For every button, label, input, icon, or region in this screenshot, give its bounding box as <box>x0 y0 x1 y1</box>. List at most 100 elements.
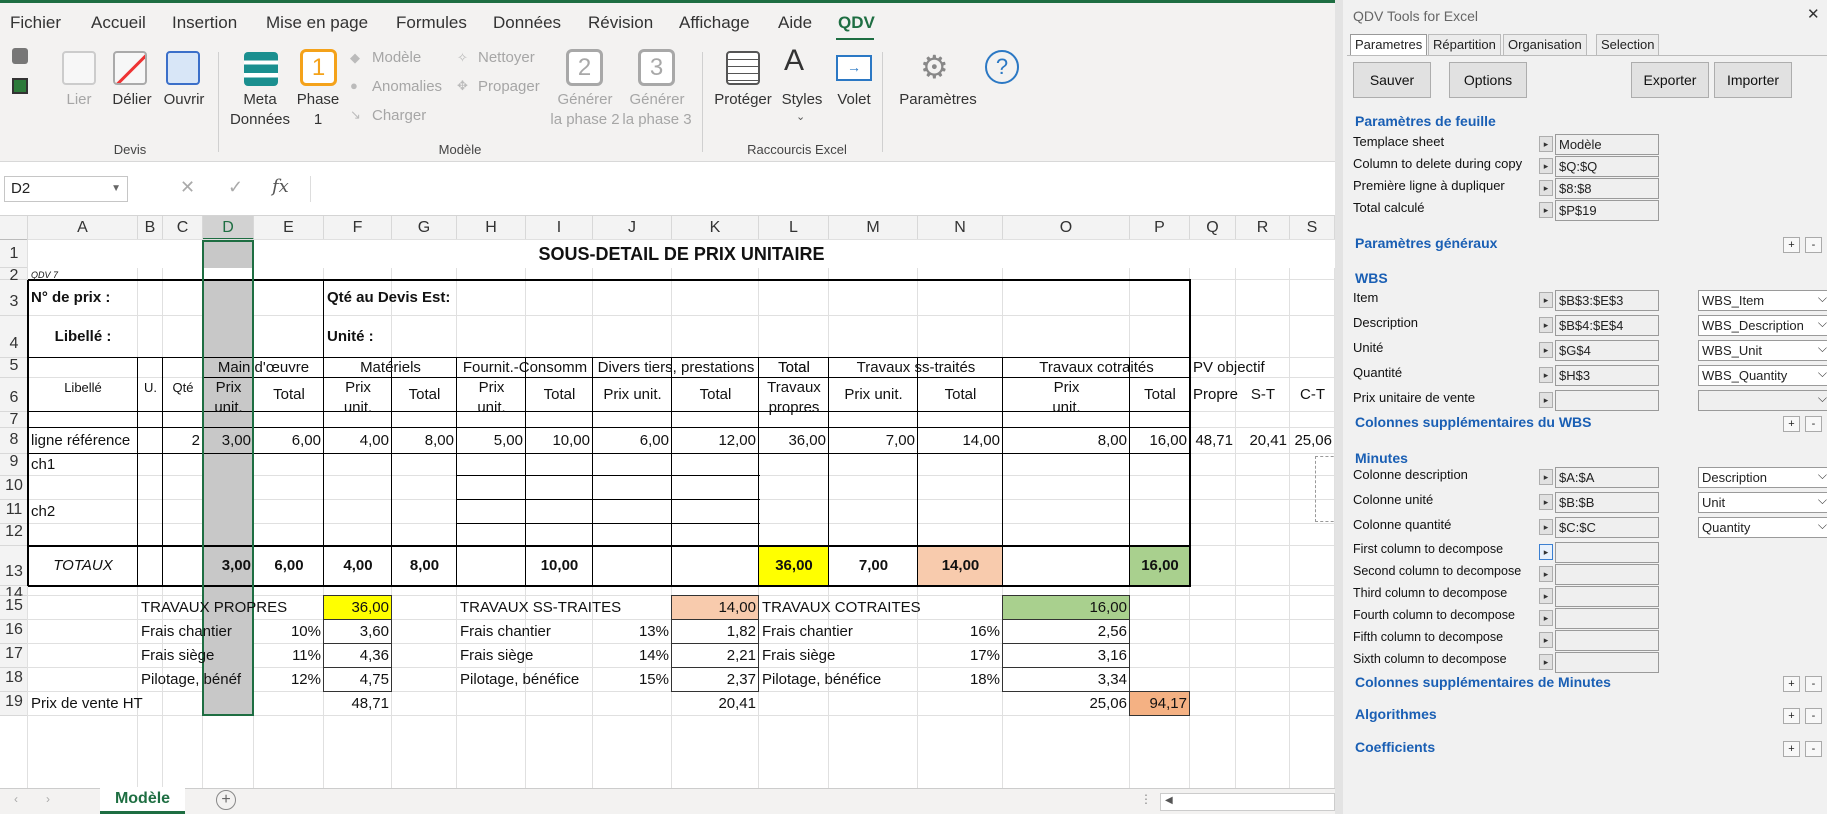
header-unit[interactable]: unit. <box>1006 378 1127 416</box>
recap-label[interactable]: Pilotage, bénéfice <box>460 668 590 692</box>
cell-value[interactable]: 14,00 <box>921 428 1000 454</box>
column-header[interactable]: G <box>392 216 457 240</box>
header-propre[interactable]: Propre <box>1193 378 1238 412</box>
prix-vente-label[interactable]: Prix de vente HT <box>31 692 160 716</box>
header-divers[interactable]: Divers tiers, prestations <box>596 358 756 378</box>
nettoyer-button[interactable]: Nettoyer <box>478 49 535 66</box>
menu-mise-en-page[interactable]: Mise en page <box>266 13 368 33</box>
premiere-field[interactable]: $8:$8 <box>1555 178 1659 199</box>
noprix-label[interactable]: N° de prix : <box>31 280 135 316</box>
cell-ch1[interactable]: ch1 <box>31 454 135 476</box>
header-cotraites[interactable]: Travaux cotraités <box>1006 358 1187 378</box>
cell-ligne-ref[interactable]: ligne référence <box>31 428 135 454</box>
gen-phase2-line2[interactable]: la phase 2 <box>550 110 620 130</box>
excel-small-icon[interactable] <box>12 78 28 94</box>
fourth-decompose-field[interactable] <box>1555 608 1659 629</box>
total-value[interactable]: 36,00 <box>762 546 826 586</box>
row-header[interactable]: 1 <box>0 240 28 268</box>
row-header[interactable]: 9 <box>0 453 28 476</box>
header-total[interactable]: Total <box>257 378 321 412</box>
recap-value[interactable]: 14,00 <box>675 596 756 620</box>
cell-value[interactable]: 6,00 <box>257 428 321 454</box>
row-header[interactable]: 15 <box>0 596 28 620</box>
third-decompose-field[interactable] <box>1555 586 1659 607</box>
recap-percent[interactable]: 13% <box>596 620 669 644</box>
header-unit[interactable]: unit. <box>206 378 251 416</box>
recap-percent[interactable]: 14% <box>596 644 669 668</box>
cell-value[interactable]: 10,00 <box>529 428 590 454</box>
column-header[interactable]: P <box>1130 216 1190 240</box>
column-header[interactable]: S <box>1290 216 1335 240</box>
arrow-button[interactable]: ▸ <box>1539 544 1553 560</box>
more-icon[interactable]: ⋮ <box>1140 792 1152 806</box>
menu-insertion[interactable]: Insertion <box>172 13 237 33</box>
column-header[interactable]: K <box>672 216 759 240</box>
arrow-button[interactable]: ▸ <box>1539 180 1553 196</box>
menu-formules[interactable]: Formules <box>396 13 467 33</box>
menu-aide[interactable]: Aide <box>778 13 812 33</box>
header-main[interactable]: Main d'œuvre <box>206 358 321 378</box>
recap-value[interactable]: 3,34 <box>1006 668 1127 692</box>
libelle-label[interactable]: Libellé : <box>31 316 135 358</box>
row-header[interactable]: 13 <box>0 546 28 586</box>
coldesc-field[interactable]: $A:$A <box>1555 467 1659 488</box>
recap-label[interactable]: TRAVAUX SS-TRAITES <box>460 596 669 620</box>
header-st[interactable]: S-T <box>1239 378 1287 412</box>
recap-percent[interactable]: 11% <box>257 644 321 668</box>
row-header[interactable]: 7 <box>0 411 28 428</box>
first-decompose-field[interactable] <box>1555 542 1659 563</box>
recap-percent[interactable]: 12% <box>257 668 321 692</box>
cube-icon[interactable] <box>12 48 28 64</box>
cell-value[interactable]: 25,06 <box>1293 428 1332 454</box>
row-header[interactable]: 14 <box>0 585 28 602</box>
tab-repartition[interactable]: Répartition <box>1428 34 1501 55</box>
sheet-title[interactable]: SOUS-DETAIL DE PRIX UNITAIRE <box>31 240 1332 268</box>
options-button[interactable]: Options <box>1449 62 1527 98</box>
column-header[interactable]: M <box>829 216 918 240</box>
gen-phase2-line1[interactable]: Générer <box>555 90 615 110</box>
column-header[interactable]: F <box>324 216 392 240</box>
recap-value[interactable]: 2,56 <box>1006 620 1127 644</box>
recap-value[interactable]: 3,60 <box>327 620 389 644</box>
collapse-button[interactable]: - <box>1805 676 1822 692</box>
qdv-label[interactable]: QDV 7 <box>31 268 135 280</box>
row-header[interactable]: 3 <box>0 280 28 316</box>
arrow-button[interactable]: ▸ <box>1539 202 1553 218</box>
header-propres[interactable]: propres <box>762 378 826 416</box>
recap-value[interactable]: 4,75 <box>327 668 389 692</box>
row-header[interactable]: 19 <box>0 692 28 716</box>
colunite-dropdown[interactable]: Unit <box>1698 491 1827 513</box>
close-icon[interactable]: ✕ <box>1807 5 1820 23</box>
colunite-field[interactable]: $B:$B <box>1555 492 1659 513</box>
qte-devis-label[interactable]: Qté au Devis Est: <box>327 280 523 316</box>
row-header[interactable]: 6 <box>0 378 28 412</box>
row-header[interactable]: 10 <box>0 476 28 500</box>
recap-label[interactable]: TRAVAUX PROPRES <box>141 596 321 620</box>
quantite-field[interactable]: $H$3 <box>1555 365 1659 386</box>
column-header[interactable]: B <box>138 216 163 240</box>
cell-value[interactable]: 48,71 <box>1193 428 1233 454</box>
cell-value[interactable]: 7,00 <box>832 428 915 454</box>
formula-input[interactable] <box>310 176 1335 202</box>
column-header[interactable]: A <box>28 216 138 240</box>
total-value[interactable]: 16,00 <box>1133 546 1187 586</box>
arrow-button[interactable]: ▸ <box>1539 588 1553 604</box>
section-coefficients[interactable]: Coefficients <box>1355 739 1435 755</box>
expand-button[interactable]: + <box>1783 741 1800 757</box>
cell-value[interactable]: 8,00 <box>395 428 454 454</box>
prix-vente-value[interactable]: 25,06 <box>1006 692 1127 716</box>
header-ct[interactable]: C-T <box>1293 378 1332 412</box>
prix-vente-value[interactable]: 48,71 <box>327 692 389 716</box>
arrow-button[interactable]: ▸ <box>1539 136 1553 152</box>
recap-value[interactable]: 1,82 <box>675 620 756 644</box>
header-unit[interactable]: unit. <box>460 378 523 416</box>
header-total[interactable]: Total <box>762 358 826 378</box>
recap-percent[interactable]: 10% <box>257 620 321 644</box>
recap-label[interactable]: Frais chantier <box>460 620 590 644</box>
header-total[interactable]: Total <box>529 378 590 412</box>
arrow-button[interactable]: ▸ <box>1539 610 1553 626</box>
name-box[interactable]: D2 ▼ <box>4 176 128 202</box>
unite-label[interactable]: Unité : <box>327 316 389 358</box>
coldesc-dropdown[interactable]: Description <box>1698 466 1827 488</box>
arrow-button[interactable]: ▸ <box>1539 367 1553 383</box>
